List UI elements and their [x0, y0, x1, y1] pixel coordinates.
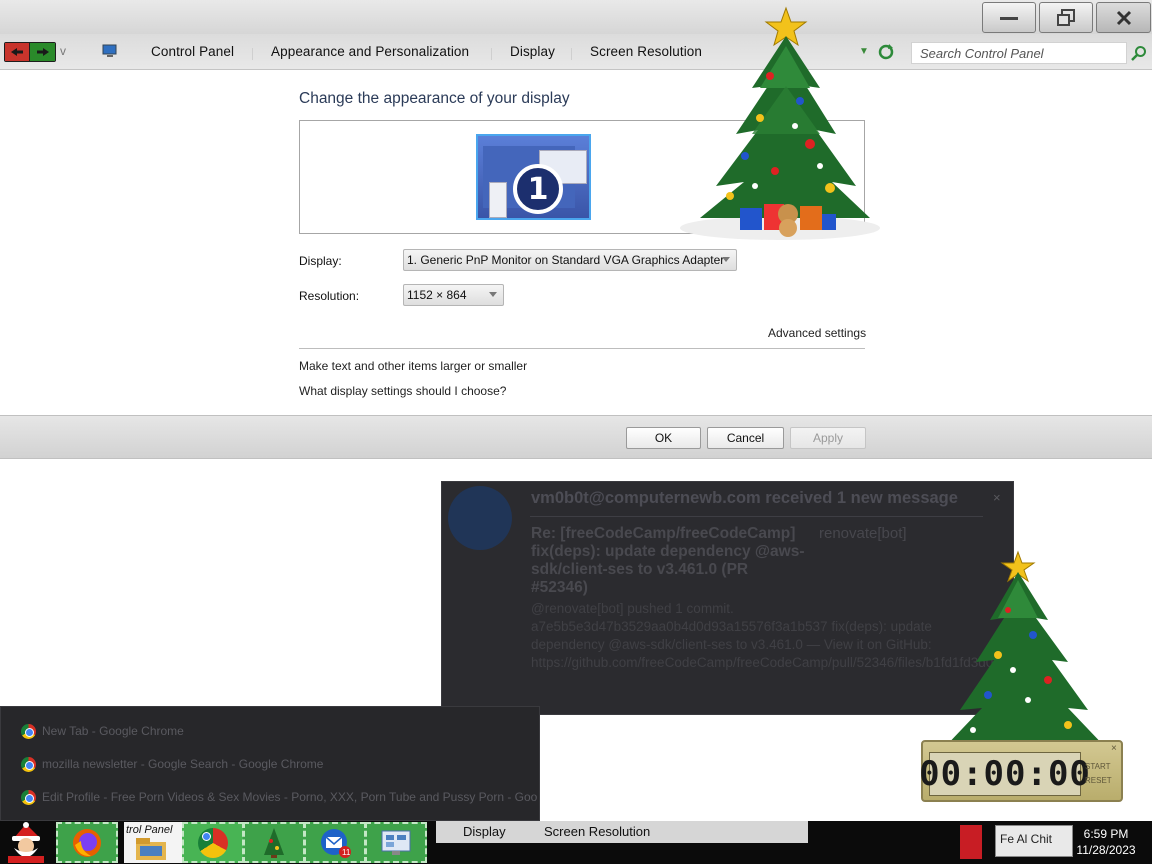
chrome-jump-list: New Tab - Google Chrome mozilla newslett…: [0, 706, 540, 821]
jump-list-item[interactable]: Edit Profile - Free Porn Videos & Sex Mo…: [21, 788, 537, 806]
back-arrow-icon: [11, 48, 23, 56]
jump-list-item[interactable]: mozilla newsletter - Google Search - Goo…: [21, 755, 323, 773]
jump-list-item-label: Edit Profile - Free Porn Videos & Sex Mo…: [42, 790, 538, 804]
breadcrumb-separator: [252, 48, 253, 60]
section-divider: [299, 348, 865, 349]
chrome-icon: [198, 827, 228, 858]
tray-indicator[interactable]: [960, 825, 982, 859]
tray-notification-area[interactable]: Fe Al Chit: [995, 825, 1073, 857]
apply-button[interactable]: Apply: [790, 427, 866, 449]
taskbar-control-panel[interactable]: trol Panel: [124, 822, 182, 863]
minimize-icon: [1000, 16, 1018, 20]
notification-close-button[interactable]: ×: [993, 490, 1001, 505]
display-help-link[interactable]: What display settings should I choose?: [299, 384, 506, 398]
search-input[interactable]: Search Control Panel: [911, 42, 1127, 64]
jump-list-item-label: New Tab - Google Chrome: [42, 724, 184, 738]
dialog-footer: OK Cancel Apply: [0, 415, 1152, 459]
jump-list-item[interactable]: New Tab - Google Chrome: [21, 722, 184, 740]
christmas-tree-icon: [264, 827, 284, 858]
advanced-settings-link[interactable]: Advanced settings: [768, 326, 866, 340]
ok-button[interactable]: OK: [626, 427, 701, 449]
stopwatch-widget[interactable]: 00:00:00 START RESET ×: [919, 740, 1123, 802]
control-panel-app-icon: [381, 830, 411, 855]
chrome-icon: [21, 723, 36, 739]
notification-sender: renovate[bot]: [819, 525, 907, 542]
chrome-icon: [21, 789, 36, 805]
display-select-value: 1. Generic PnP Monitor on Standard VGA G…: [407, 253, 725, 267]
stopwatch-start-button[interactable]: START: [1085, 762, 1110, 771]
monitor-screen: 1: [483, 146, 587, 218]
strip-display[interactable]: Display: [463, 824, 506, 839]
display-select[interactable]: 1. Generic PnP Monitor on Standard VGA G…: [403, 249, 737, 271]
breadcrumb-separator: [491, 48, 492, 60]
christmas-tree-icon: [942, 550, 1108, 750]
chevron-down-icon: [722, 257, 730, 262]
santa-start-icon[interactable]: [4, 822, 48, 863]
clock-date: 11/28/2023: [1076, 843, 1136, 857]
navigation-buttons: [4, 42, 56, 62]
recent-pages-dropdown[interactable]: v: [60, 44, 66, 58]
screen-resolution-panel: Change the appearance of your display 1 …: [0, 70, 1152, 415]
notification-subject: Re: [freeCodeCamp/freeCodeCamp] fix(deps…: [531, 525, 805, 596]
title-bar: [0, 0, 1152, 34]
taskbar-control-panel-app[interactable]: [365, 822, 427, 863]
resolution-select-value: 1152 × 864: [407, 288, 467, 302]
taskbar-control-panel-label: trol Panel: [126, 824, 173, 836]
restore-button[interactable]: [1039, 2, 1093, 33]
stopwatch-reset-button[interactable]: RESET: [1085, 776, 1112, 785]
breadcrumb-separator: [571, 48, 572, 60]
back-button[interactable]: [5, 43, 30, 61]
chrome-icon: [21, 756, 36, 772]
restore-icon: [1057, 8, 1075, 26]
taskbar-firefox[interactable]: [56, 822, 118, 863]
christmas-tree-icon: [680, 6, 880, 240]
taskbar-clock[interactable]: 6:59 PM 11/28/2023: [1075, 826, 1137, 858]
stopwatch-display: 00:00:00: [919, 752, 1091, 796]
chevron-down-icon: [489, 292, 497, 297]
cancel-button[interactable]: Cancel: [707, 427, 784, 449]
notification-title: vm0b0t@computernewb.com received 1 new m…: [531, 489, 958, 507]
control-panel-icon: [102, 44, 117, 57]
clock-time: 6:59 PM: [1083, 827, 1129, 841]
file-explorer-icon: [136, 838, 166, 860]
breadcrumb-display[interactable]: Display: [510, 44, 555, 59]
unread-badge: 11: [342, 848, 351, 857]
breadcrumb-appearance[interactable]: Appearance and Personalization: [271, 44, 469, 59]
strip-screen-resolution[interactable]: Screen Resolution: [544, 824, 650, 839]
address-bar: v Control Panel Appearance and Personali…: [0, 34, 1152, 70]
stopwatch-close-button[interactable]: ×: [1111, 743, 1117, 754]
firefox-icon: [73, 828, 101, 857]
text-size-link[interactable]: Make text and other items larger or smal…: [299, 359, 527, 373]
search-icon[interactable]: [1131, 45, 1147, 61]
close-icon: [1116, 10, 1131, 25]
forward-arrow-icon: [36, 48, 49, 56]
resolution-select[interactable]: 1152 × 864: [403, 284, 504, 306]
monitor-window-thumbnail: [489, 182, 507, 218]
close-button[interactable]: [1096, 2, 1151, 33]
taskbar-chrome[interactable]: [182, 822, 244, 863]
breadcrumb-control-panel[interactable]: Control Panel: [151, 44, 234, 59]
page-title: Change the appearance of your display: [299, 90, 570, 107]
notification-divider: [530, 516, 983, 517]
monitor-number: 1: [513, 164, 563, 214]
monitor-1-tile[interactable]: 1: [476, 134, 591, 220]
jump-list-item-label: mozilla newsletter - Google Search - Goo…: [42, 757, 324, 771]
taskbar-address-strip: Display Screen Resolution: [436, 821, 808, 843]
display-label: Display:: [299, 254, 342, 268]
resolution-label: Resolution:: [299, 289, 360, 303]
taskbar-tree-app[interactable]: [243, 822, 305, 863]
minimize-button[interactable]: [982, 2, 1036, 33]
forward-button[interactable]: [30, 43, 55, 61]
taskbar-mail-client[interactable]: 11: [304, 822, 366, 863]
sender-avatar: [448, 486, 512, 550]
